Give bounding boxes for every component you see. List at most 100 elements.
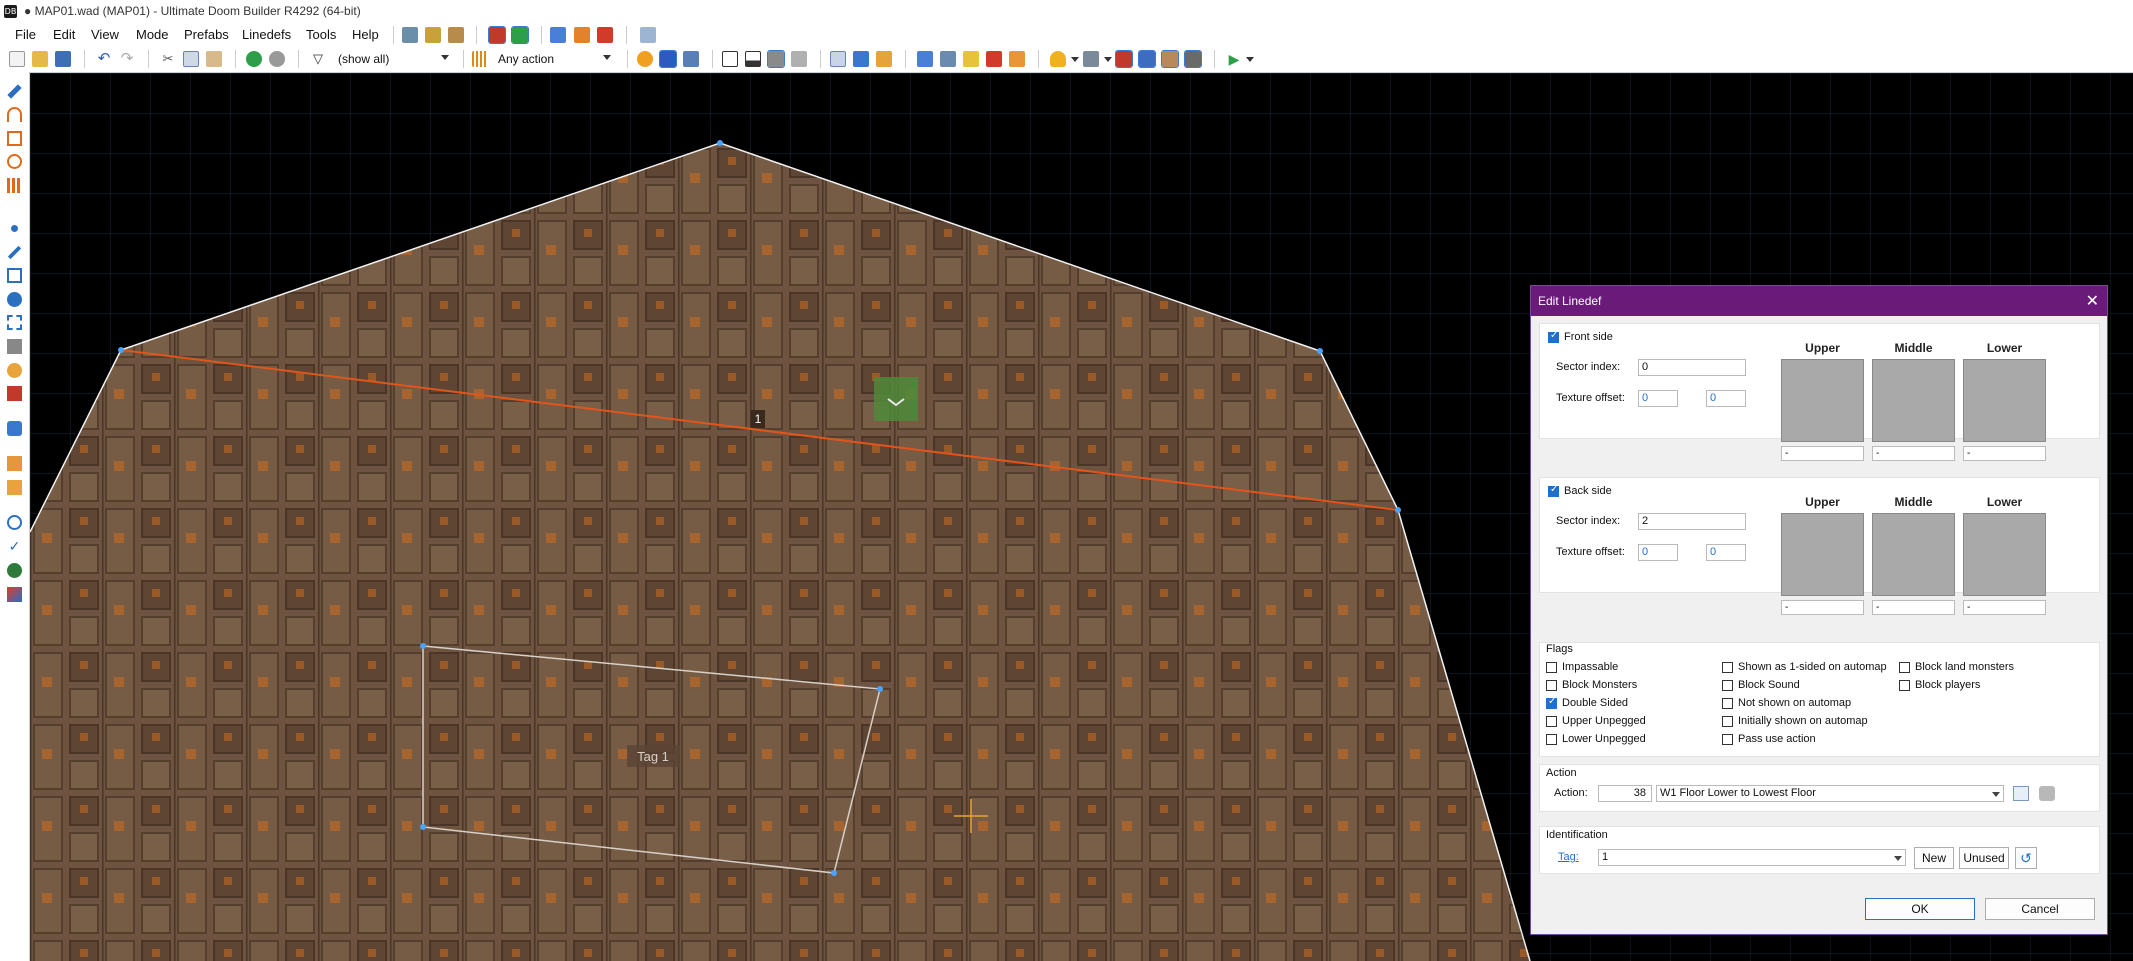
back-upper-texture-name[interactable]: - — [1781, 600, 1864, 615]
tag-link[interactable]: Tag: — [1558, 851, 1579, 863]
insert-previous-prefab-icon[interactable] — [269, 51, 285, 67]
grid-setup-icon[interactable] — [917, 51, 933, 67]
front-lower-texture[interactable] — [1963, 359, 2046, 442]
action-filter-icon[interactable] — [472, 51, 488, 67]
menu-tools[interactable]: Tools — [306, 27, 336, 42]
tag-icon[interactable] — [640, 27, 656, 43]
front-upper-texture[interactable] — [1781, 359, 1864, 442]
filter-icon[interactable]: ▽ — [310, 51, 326, 67]
back-middle-texture-name[interactable]: - — [1872, 600, 1955, 615]
highlight-icon[interactable] — [963, 51, 979, 67]
flag-checkbox[interactable] — [1546, 662, 1557, 673]
things-mode-icon[interactable] — [7, 292, 22, 307]
flag-checkbox[interactable] — [1899, 662, 1910, 673]
draw-grid-icon[interactable] — [7, 178, 22, 193]
back-sector-index-field[interactable]: 2 — [1638, 513, 1746, 530]
front-middle-texture-name[interactable]: - — [1872, 446, 1955, 461]
draw-curve-icon[interactable] — [7, 107, 22, 122]
copy-properties-icon[interactable] — [830, 51, 846, 67]
things-toggle-icon[interactable] — [637, 51, 653, 67]
menu-prefabs[interactable]: Prefabs — [184, 27, 229, 42]
dynamic-lights-icon[interactable] — [1161, 50, 1179, 68]
back-upper-texture[interactable] — [1781, 513, 1864, 596]
visual-mode-icon[interactable] — [7, 386, 22, 401]
chevron-down-icon[interactable] — [441, 55, 449, 60]
draw-lines-icon[interactable] — [7, 84, 22, 99]
flag-checkbox[interactable] — [1546, 696, 1557, 709]
flag-checkbox[interactable] — [1546, 734, 1557, 745]
paste-special-icon[interactable] — [876, 51, 892, 67]
curve-icon[interactable] — [550, 27, 566, 43]
front-sector-index-field[interactable]: 0 — [1638, 359, 1746, 376]
view-brightness-icon[interactable] — [745, 51, 761, 67]
edit-selection-icon[interactable] — [7, 315, 22, 330]
lightbulb-icon[interactable] — [1050, 51, 1066, 67]
open-map-icon[interactable] — [32, 51, 48, 67]
chevron-down-icon[interactable] — [1992, 792, 2000, 797]
sound-environment-icon[interactable] — [7, 363, 22, 378]
grid-toggle-icon[interactable] — [659, 50, 677, 68]
back-offset-x-field[interactable]: 0 — [1638, 544, 1678, 561]
sectors-mode-icon[interactable] — [7, 268, 22, 283]
back-middle-texture[interactable] — [1872, 513, 1955, 596]
thing-marker[interactable] — [874, 377, 918, 421]
back-lower-texture[interactable] — [1963, 513, 2046, 596]
paste-properties-icon[interactable] — [853, 51, 869, 67]
front-offset-x-field[interactable]: 0 — [1638, 390, 1678, 407]
map-analysis-icon[interactable] — [7, 563, 22, 578]
action-select[interactable]: W1 Floor Lower to Lowest Floor — [1656, 785, 2004, 802]
things-filter-icon[interactable] — [488, 26, 506, 44]
make-sector-icon[interactable] — [986, 51, 1002, 67]
flag-checkbox[interactable] — [1722, 716, 1733, 727]
undo-icon[interactable]: ↶ — [96, 51, 112, 67]
flag-checkbox[interactable] — [1722, 698, 1733, 709]
flip-icon[interactable] — [1009, 51, 1025, 67]
align-icon[interactable] — [597, 27, 613, 43]
linedefs-mode-icon[interactable] — [7, 245, 22, 260]
draw-rectangle-icon[interactable] — [7, 131, 22, 146]
menu-linedefs[interactable]: Linedefs — [242, 27, 291, 42]
action-options-icon[interactable] — [2039, 786, 2055, 801]
linedef-filter-icon[interactable] — [511, 26, 529, 44]
flag-checkbox[interactable] — [1899, 680, 1910, 691]
insert-prefab-icon[interactable] — [246, 51, 262, 67]
stairs-icon[interactable] — [7, 480, 22, 495]
sound-propagation-icon[interactable] — [7, 339, 22, 354]
tag-select[interactable]: 1 — [1598, 849, 1906, 866]
chevron-down-icon[interactable] — [1894, 856, 1902, 861]
new-map-icon[interactable] — [9, 51, 25, 67]
list-icon[interactable] — [940, 51, 956, 67]
front-lower-texture-name[interactable]: - — [1963, 446, 2046, 461]
back-side-checkbox[interactable] — [1548, 484, 1559, 497]
event-lines-icon[interactable] — [1184, 50, 1202, 68]
menu-help[interactable]: Help — [352, 27, 379, 42]
flag-checkbox[interactable] — [1722, 662, 1733, 673]
fog-icon[interactable] — [1115, 50, 1133, 68]
checkmark-icon[interactable]: ✓ — [7, 539, 22, 554]
close-icon[interactable]: ✕ — [2086, 291, 2099, 311]
3d-floor-icon[interactable] — [7, 421, 22, 436]
gradient-icon[interactable] — [574, 27, 590, 43]
reset-tag-icon[interactable]: ↺ — [2015, 847, 2037, 869]
menu-file[interactable]: File — [15, 27, 36, 42]
front-side-checkbox[interactable] — [1548, 330, 1559, 343]
play-icon[interactable]: ▶ — [1226, 51, 1242, 67]
color-picker-icon[interactable] — [7, 587, 22, 602]
save-map-icon[interactable] — [55, 51, 71, 67]
models-icon[interactable] — [1083, 51, 1099, 67]
front-upper-texture-name[interactable]: - — [1781, 446, 1864, 461]
ok-button[interactable]: OK — [1865, 898, 1975, 920]
menu-edit[interactable]: Edit — [53, 27, 75, 42]
chevron-down-icon[interactable] — [1246, 57, 1254, 62]
filter-combo[interactable]: (show all) — [338, 52, 389, 66]
sky-icon[interactable] — [1138, 50, 1156, 68]
flag-checkbox[interactable] — [1546, 680, 1557, 691]
browse-action-icon[interactable] — [2013, 786, 2029, 801]
back-lower-texture-name[interactable]: - — [1963, 600, 2046, 615]
draw-ellipse-icon[interactable] — [7, 154, 22, 169]
copy-icon[interactable] — [183, 51, 199, 67]
view-floors-icon[interactable] — [767, 50, 785, 68]
view-wireframe-icon[interactable] — [722, 51, 738, 67]
new-tag-button[interactable]: New — [1914, 847, 1954, 869]
unused-tag-button[interactable]: Unused — [1959, 847, 2009, 869]
